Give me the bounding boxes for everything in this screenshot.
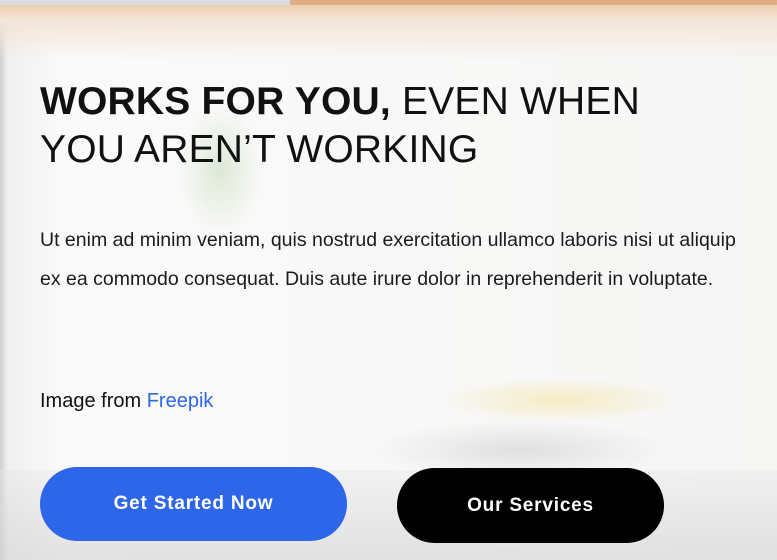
hero-title-bold: WORKS FOR YOU, <box>40 80 391 123</box>
freepik-link[interactable]: Freepik <box>147 390 214 412</box>
hero-paragraph: Ut enim ad minim veniam, quis nostrud ex… <box>40 229 736 290</box>
hero-title-line2: YOU AREN’T WORKING <box>40 128 479 171</box>
our-services-button[interactable]: Our Services <box>397 468 664 543</box>
hero-title: WORKS FOR YOU, EVEN WHEN YOU AREN’T WORKI… <box>40 78 640 174</box>
credit-prefix: Image from <box>40 390 147 412</box>
image-credit: Image from Freepik <box>40 386 213 416</box>
top-border-image <box>290 0 777 5</box>
top-border-left <box>0 0 290 5</box>
hero-title-light: EVEN WHEN <box>390 80 640 123</box>
get-started-button[interactable]: Get Started Now <box>40 467 347 541</box>
